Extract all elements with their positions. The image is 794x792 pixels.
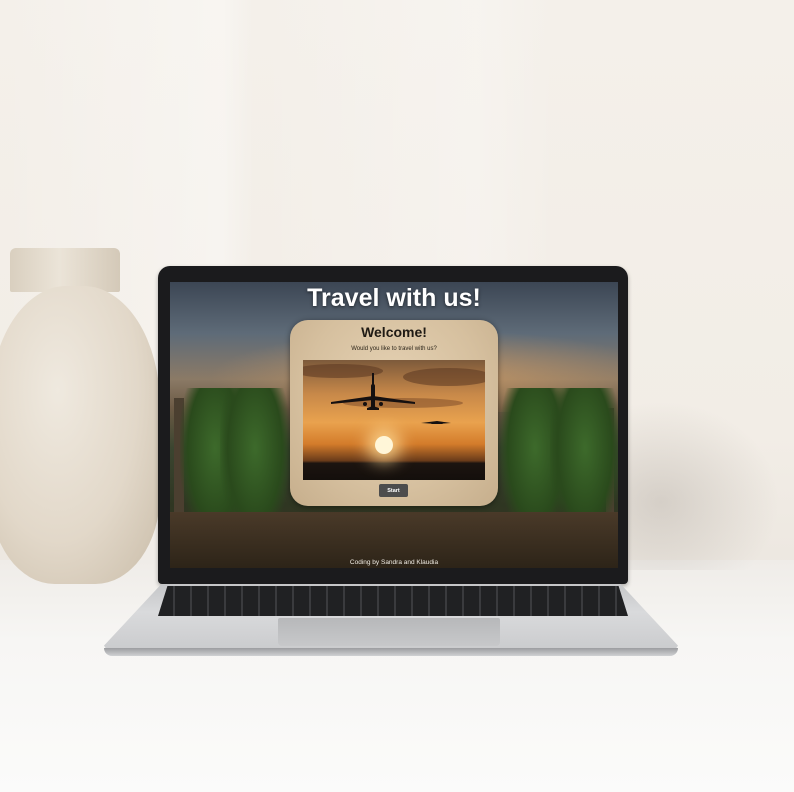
card-heading: Welcome! xyxy=(361,324,427,340)
vase-body xyxy=(0,286,160,584)
laptop-front-edge xyxy=(104,648,678,656)
laptop-keyboard xyxy=(158,586,628,616)
card-subtext: Would you like to travel with us? xyxy=(351,346,437,352)
laptop-shadow xyxy=(610,400,780,570)
start-button[interactable]: Start xyxy=(379,484,408,497)
laptop-screen: Travel with us! Welcome! Would you like … xyxy=(170,282,618,568)
site-footer: Coding by Sandra and Klaudia xyxy=(349,559,439,566)
airplane-icon xyxy=(331,373,451,424)
laptop-trackpad xyxy=(278,618,500,646)
airplane-sunset-photo xyxy=(303,360,485,480)
decorative-vase xyxy=(0,248,160,584)
welcome-card: Welcome! Would you like to travel with u… xyxy=(290,320,498,506)
site-title: Travel with us! xyxy=(307,284,481,312)
